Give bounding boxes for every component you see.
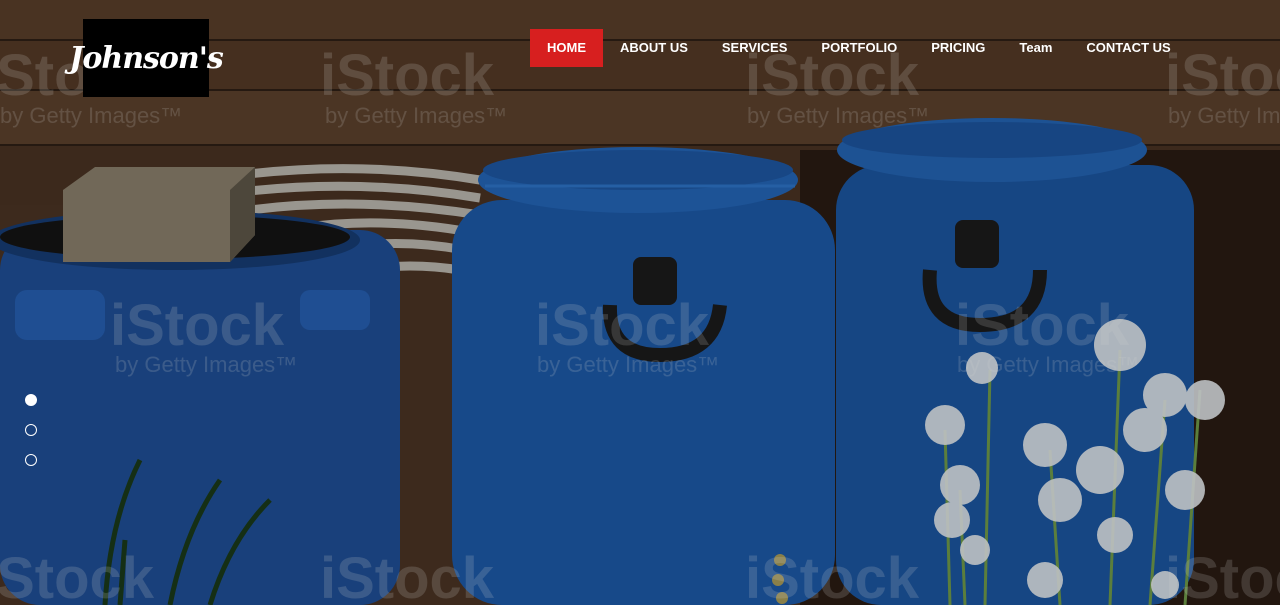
nav-home[interactable]: HOME	[530, 29, 603, 67]
slider-dot-2[interactable]	[25, 424, 37, 436]
nav-team[interactable]: Team	[1002, 29, 1069, 67]
logo-text: Johnson's	[69, 40, 224, 76]
nav-pricing[interactable]: PRICING	[914, 29, 1002, 67]
site-logo[interactable]: Johnson's	[69, 19, 224, 97]
nav-about-us[interactable]: ABOUT US	[603, 29, 705, 67]
main-nav: HOME ABOUT US SERVICES PORTFOLIO PRICING…	[530, 29, 1188, 67]
slider-dot-3[interactable]	[25, 454, 37, 466]
nav-contact-us[interactable]: CONTACT US	[1069, 29, 1187, 67]
slider-pagination	[25, 394, 37, 484]
nav-services[interactable]: SERVICES	[705, 29, 805, 67]
nav-portfolio[interactable]: PORTFOLIO	[804, 29, 914, 67]
slider-dot-1[interactable]	[25, 394, 37, 406]
